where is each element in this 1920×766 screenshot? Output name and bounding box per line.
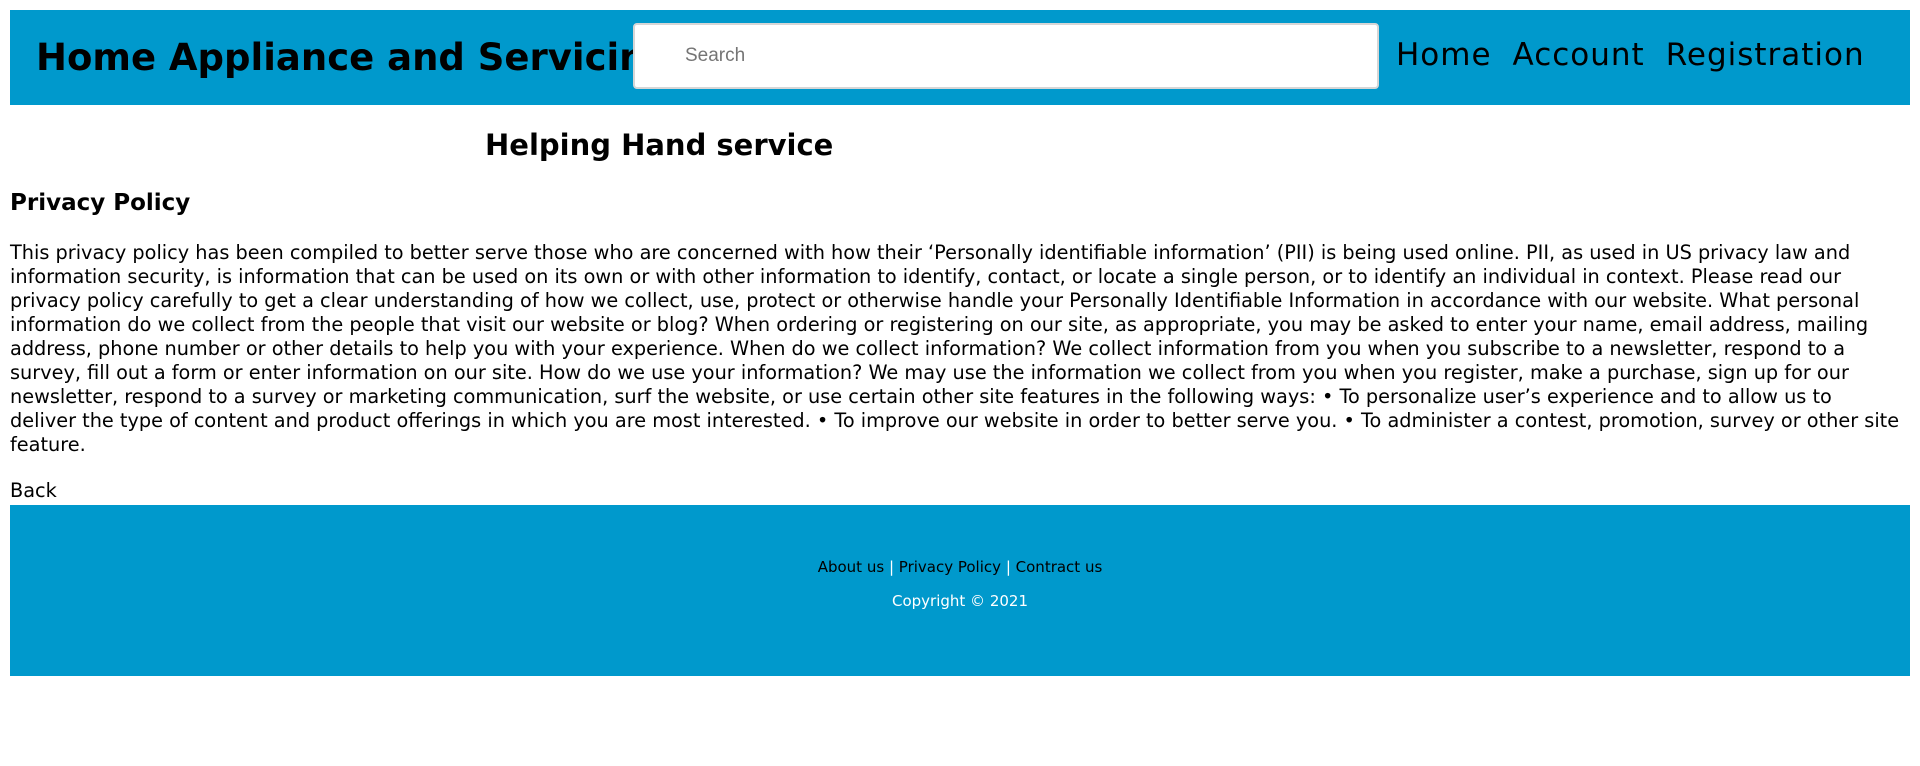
footer-separator: | xyxy=(1005,558,1011,576)
search-input[interactable] xyxy=(633,23,1379,89)
footer-contact-link[interactable]: Contract us xyxy=(1016,558,1103,576)
footer-about-link[interactable]: About us xyxy=(818,558,884,576)
footer-separator: | xyxy=(888,558,895,576)
nav-registration-link[interactable]: Registration xyxy=(1666,37,1865,73)
site-header: Home Appliance and Servicing Home Accoun… xyxy=(10,10,1910,105)
back-link[interactable]: Back xyxy=(10,479,57,503)
main-nav: Home Account Registration xyxy=(1396,37,1865,73)
page: Home Appliance and Servicing Home Accoun… xyxy=(10,10,1910,676)
site-title: Home Appliance and Servicing xyxy=(36,36,673,79)
footer-links: About us | Privacy Policy | Contract us xyxy=(10,557,1910,577)
page-heading: Helping Hand service xyxy=(485,128,834,162)
footer-privacy-link[interactable]: Privacy Policy xyxy=(899,558,1001,576)
copyright-text: Copyright © 2021 xyxy=(891,592,1028,610)
site-footer: About us | Privacy Policy | Contract us … xyxy=(10,505,1910,676)
privacy-policy-text: This privacy policy has been compiled to… xyxy=(10,241,1900,456)
section-title: Privacy Policy xyxy=(10,190,191,216)
nav-home-link[interactable]: Home xyxy=(1396,37,1492,73)
nav-account-link[interactable]: Account xyxy=(1513,37,1645,73)
